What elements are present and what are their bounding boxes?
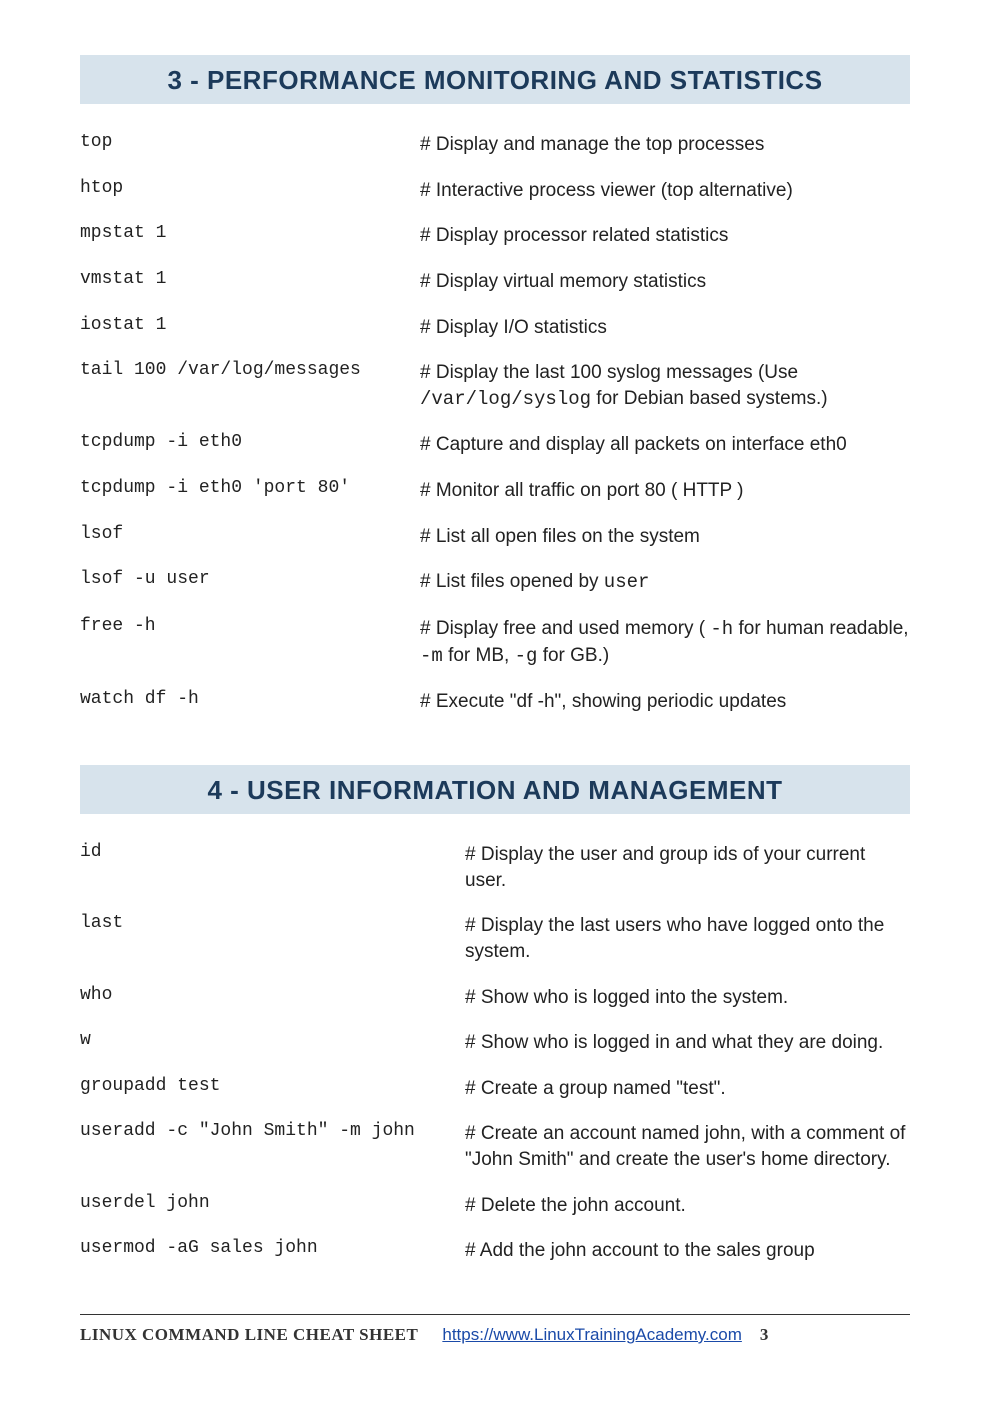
command-description: # Display I/O statistics — [420, 315, 910, 341]
command-row: groupadd test# Create a group named "tes… — [80, 1076, 910, 1102]
footer-page-number: 3 — [760, 1325, 769, 1345]
command-description: # Create an account named john, with a c… — [465, 1121, 910, 1172]
command-description: # Execute "df -h", showing periodic upda… — [420, 689, 910, 715]
command-list: top# Display and manage the top processe… — [80, 132, 910, 715]
command-row: tcpdump -i eth0 'port 80'# Monitor all t… — [80, 478, 910, 504]
command-row: lsof -u user# List files opened by user — [80, 569, 910, 596]
command-description: # Interactive process viewer (top altern… — [420, 178, 910, 204]
command-text: htop — [80, 178, 420, 198]
command-text: useradd -c "John Smith" -m john — [80, 1121, 465, 1141]
command-row: last# Display the last users who have lo… — [80, 913, 910, 964]
command-text: w — [80, 1030, 465, 1050]
command-row: usermod -aG sales john# Add the john acc… — [80, 1238, 910, 1264]
command-description: # Show who is logged into the system. — [465, 985, 910, 1011]
footer: LINUX COMMAND LINE CHEAT SHEET https://w… — [80, 1325, 910, 1365]
command-text: groupadd test — [80, 1076, 465, 1096]
command-description: # Monitor all traffic on port 80 ( HTTP … — [420, 478, 910, 504]
command-text: tail 100 /var/log/messages — [80, 360, 420, 380]
command-text: usermod -aG sales john — [80, 1238, 465, 1258]
command-row: watch df -h# Execute "df -h", showing pe… — [80, 689, 910, 715]
command-description: # List all open files on the system — [420, 524, 910, 550]
page: 3 - PERFORMANCE MONITORING AND STATISTIC… — [0, 0, 990, 1395]
footer-link[interactable]: https://www.LinuxTrainingAcademy.com — [442, 1325, 742, 1345]
command-text: tcpdump -i eth0 — [80, 432, 420, 452]
command-row: tcpdump -i eth0# Capture and display all… — [80, 432, 910, 458]
command-row: mpstat 1# Display processor related stat… — [80, 223, 910, 249]
command-description: # Create a group named "test". — [465, 1076, 910, 1102]
section-header: 3 - PERFORMANCE MONITORING AND STATISTIC… — [80, 55, 910, 104]
command-description: # Delete the john account. — [465, 1193, 910, 1219]
command-list: id# Display the user and group ids of yo… — [80, 842, 910, 1264]
sections-container: 3 - PERFORMANCE MONITORING AND STATISTIC… — [80, 55, 910, 1264]
section-title: 4 - USER INFORMATION AND MANAGEMENT — [80, 775, 910, 806]
command-description: # Display free and used memory ( -h for … — [420, 616, 910, 669]
command-row: free -h# Display free and used memory ( … — [80, 616, 910, 669]
command-text: userdel john — [80, 1193, 465, 1213]
command-description: # List files opened by user — [420, 569, 910, 596]
command-row: w# Show who is logged in and what they a… — [80, 1030, 910, 1056]
command-row: top# Display and manage the top processe… — [80, 132, 910, 158]
command-description: # Display the last 100 syslog messages (… — [420, 360, 910, 412]
command-text: lsof -u user — [80, 569, 420, 589]
command-text: id — [80, 842, 465, 862]
command-row: lsof# List all open files on the system — [80, 524, 910, 550]
command-text: vmstat 1 — [80, 269, 420, 289]
command-row: userdel john# Delete the john account. — [80, 1193, 910, 1219]
command-row: id# Display the user and group ids of yo… — [80, 842, 910, 893]
command-row: htop# Interactive process viewer (top al… — [80, 178, 910, 204]
command-description: # Display virtual memory statistics — [420, 269, 910, 295]
command-row: tail 100 /var/log/messages# Display the … — [80, 360, 910, 412]
command-description: # Capture and display all packets on int… — [420, 432, 910, 458]
command-text: iostat 1 — [80, 315, 420, 335]
footer-title: LINUX COMMAND LINE CHEAT SHEET — [80, 1325, 418, 1345]
command-row: iostat 1# Display I/O statistics — [80, 315, 910, 341]
command-description: # Display the last users who have logged… — [465, 913, 910, 964]
command-text: mpstat 1 — [80, 223, 420, 243]
section-header: 4 - USER INFORMATION AND MANAGEMENT — [80, 765, 910, 814]
command-text: last — [80, 913, 465, 933]
command-description: # Add the john account to the sales grou… — [465, 1238, 910, 1264]
command-text: free -h — [80, 616, 420, 636]
command-text: top — [80, 132, 420, 152]
command-description: # Display the user and group ids of your… — [465, 842, 910, 893]
command-row: who# Show who is logged into the system. — [80, 985, 910, 1011]
command-description: # Display processor related statistics — [420, 223, 910, 249]
command-text: who — [80, 985, 465, 1005]
command-text: watch df -h — [80, 689, 420, 709]
command-text: tcpdump -i eth0 'port 80' — [80, 478, 420, 498]
command-text: lsof — [80, 524, 420, 544]
command-description: # Show who is logged in and what they ar… — [465, 1030, 910, 1056]
command-row: vmstat 1# Display virtual memory statist… — [80, 269, 910, 295]
command-row: useradd -c "John Smith" -m john# Create … — [80, 1121, 910, 1172]
section-title: 3 - PERFORMANCE MONITORING AND STATISTIC… — [80, 65, 910, 96]
command-description: # Display and manage the top processes — [420, 132, 910, 158]
footer-rule — [80, 1314, 910, 1315]
